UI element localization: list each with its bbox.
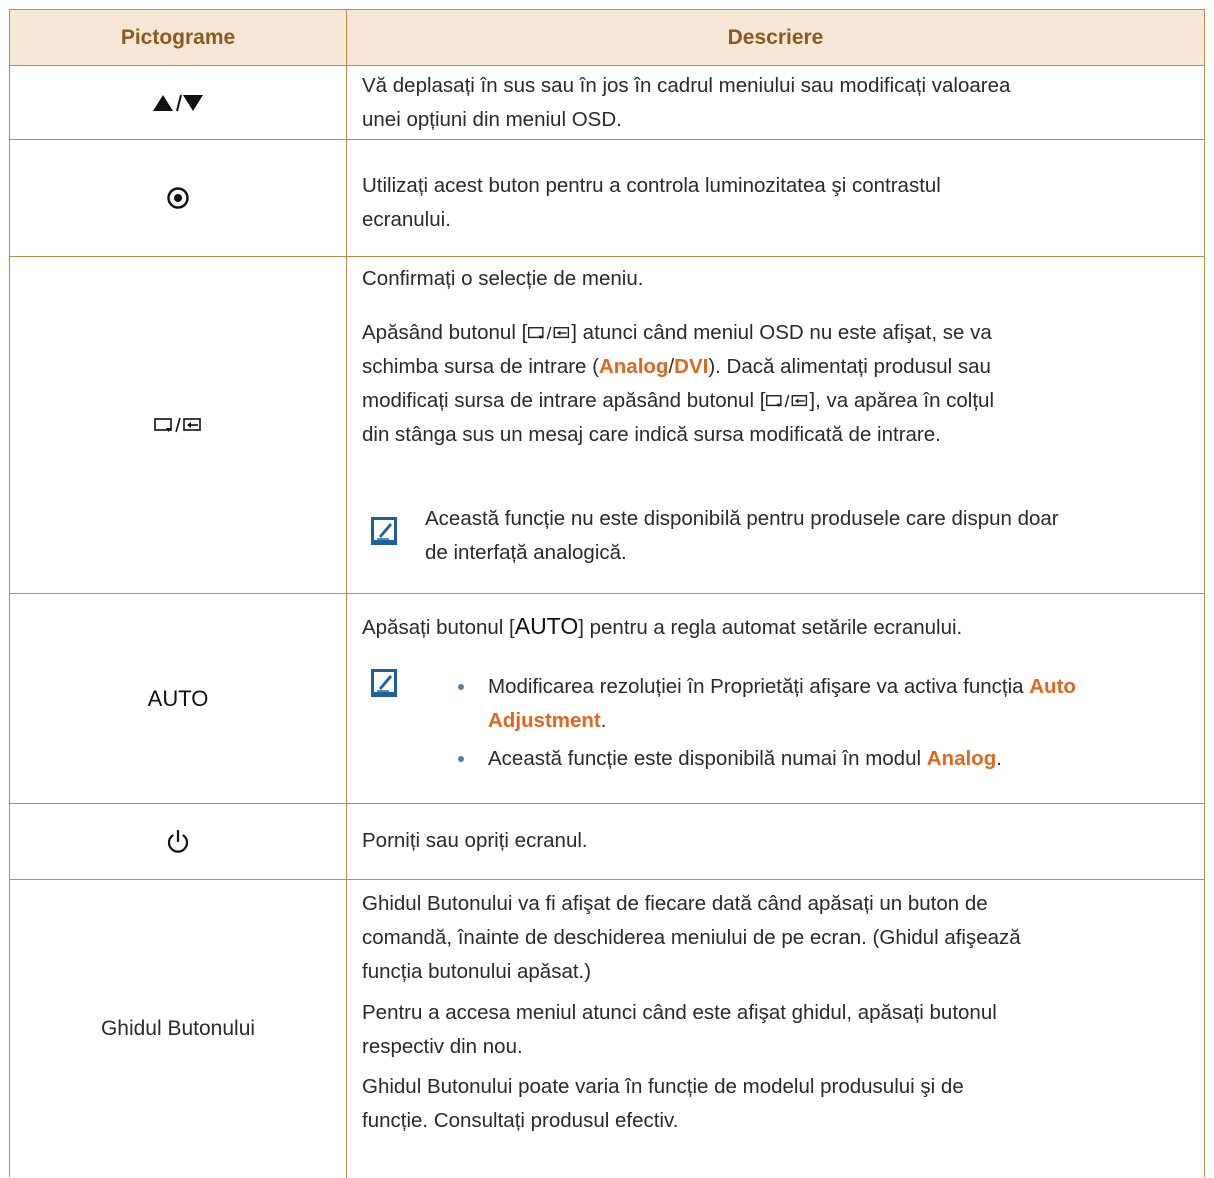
updown-desc-line2: unei opțiuni din meniul OSD. [362,108,622,131]
note-icon [371,517,397,545]
source-note: Această funcție nu este disponibilă pent… [425,507,1059,564]
updown-desc-line1: Vă deplasați în sus sau în jos în cadrul… [362,74,1011,97]
table-row: Ghidul Butonului Ghidul Butonului va fi … [10,880,1204,1178]
auto-p1: Apăsați butonul [AUTO] pentru a regla au… [362,613,963,639]
source-p1: Confirmați o selecție de meniu. [362,267,644,290]
table-row: Vă deplasați în sus sau în jos în cadrul… [10,66,1204,140]
guide-p2: Pentru a accesa meniul atunci când este … [362,1001,997,1058]
guide-p3: Ghidul Butonului poate varia în funcție … [362,1075,964,1132]
pictogram-table: Pictograme Descriere Vă deplasați în sus… [9,9,1205,1178]
dvi-highlight: DVI [674,355,709,378]
source-enter-icon [153,416,203,434]
header-pictograme: Pictograme [120,25,236,49]
brightness-desc-line1: Utilizați acest buton pentru a controla … [362,174,941,197]
bullet-dot [458,684,464,690]
guide-label: Ghidul Butonului [100,1017,256,1040]
brightness-icon [167,187,189,209]
power-desc: Porniți sau opriți ecranul. [362,829,588,852]
analog-highlight: Analog [598,355,669,378]
auto-bullet2: Această funcție este disponibilă numai î… [488,747,1002,770]
up-down-arrows-icon [153,94,203,111]
source-p2: Apăsând butonul [] atunci când meniul OS… [362,321,995,446]
guide-p1: Ghidul Butonului va fi afişat de fiecare… [362,892,1021,983]
note-icon [371,669,397,697]
bullet-dot [458,756,464,762]
source-enter-icon [766,394,808,408]
auto-label: AUTO [147,685,209,711]
power-icon [167,829,189,853]
table-row: Porniți sau opriți ecranul. [10,804,1204,880]
table-row: Utilizați acest buton pentru a controla … [10,140,1204,257]
header-descriere: Descriere [727,25,824,49]
table-row: Confirmați o selecție de meniu. Apăsând … [10,257,1204,594]
table-header: Pictograme Descriere [10,10,1204,66]
brightness-desc-line2: ecranului. [362,208,451,231]
table-row: AUTO Apăsați butonul [AUTO] pentru a reg… [10,594,1204,804]
auto-bullet1: Modificarea rezoluției în Proprietăți af… [488,675,1076,732]
source-enter-icon [528,326,570,340]
